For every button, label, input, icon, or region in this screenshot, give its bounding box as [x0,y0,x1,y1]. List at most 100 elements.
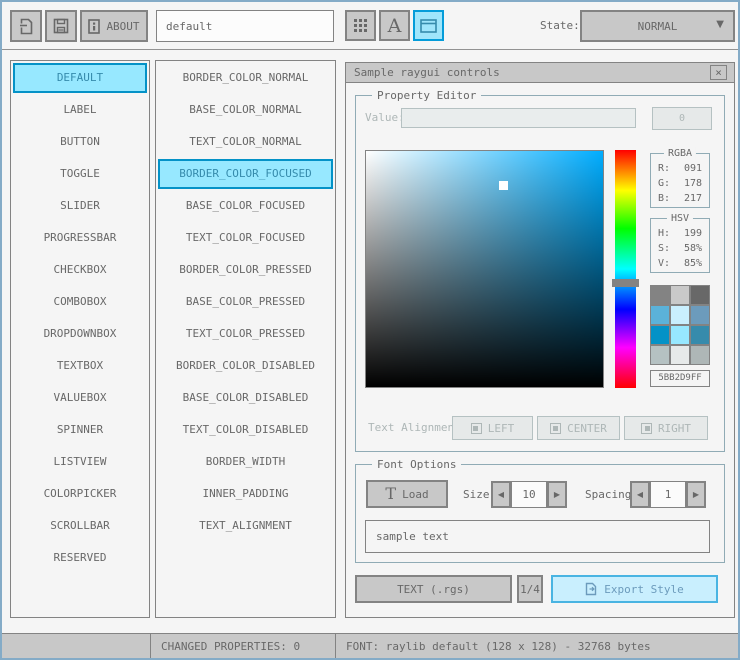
control-item-colorpicker[interactable]: COLORPICKER [13,479,147,509]
size-decrement-button[interactable]: ◀ [491,481,511,508]
control-item-progressbar[interactable]: PROGRESSBAR [13,223,147,253]
control-item-checkbox[interactable]: CHECKBOX [13,255,147,285]
control-item-listview[interactable]: LISTVIEW [13,447,147,477]
toolbar-divider [0,49,740,50]
palette-swatch-border-disabled[interactable] [651,346,669,364]
property-item-text-color-focused[interactable]: TEXT_COLOR_FOCUSED [158,223,333,253]
control-item-textbox[interactable]: TEXTBOX [13,351,147,381]
spacing-spinner: ◀ 1 ▶ [630,481,706,508]
new-file-icon [19,18,34,35]
property-item-text-color-disabled[interactable]: TEXT_COLOR_DISABLED [158,415,333,445]
control-item-scrollbar[interactable]: SCROLLBAR [13,511,147,541]
control-item-reserved[interactable]: RESERVED [13,543,147,573]
size-value[interactable]: 10 [511,481,547,508]
info-icon [88,18,101,34]
color-picker-panel[interactable] [365,150,604,388]
save-icon [53,18,69,34]
window-panel-icon [420,18,437,33]
property-item-text-alignment[interactable]: TEXT_ALIGNMENT [158,511,333,541]
hue-bar[interactable] [612,150,639,388]
rgba-group: RGBA R: 091 G: 178 B: 217 [650,147,710,208]
control-item-default[interactable]: DEFAULT [13,63,147,93]
page-indicator-button[interactable]: 1/4 [517,575,543,603]
state-dropdown[interactable]: NORMAL ▼ [580,10,735,42]
export-style-button[interactable]: Export Style [551,575,718,603]
save-button[interactable] [45,10,77,42]
load-font-button[interactable]: T Load [366,480,448,508]
hsv-v-row: V: 85% [651,256,709,271]
property-item-base-color-pressed[interactable]: BASE_COLOR_PRESSED [158,287,333,317]
control-item-spinner[interactable]: SPINNER [13,415,147,445]
property-item-inner-padding[interactable]: INNER_PADDING [158,479,333,509]
hex-color-input[interactable]: 5BB2D9FF [650,370,710,387]
align-center-icon [550,422,562,434]
control-item-dropdownbox[interactable]: DROPDOWNBOX [13,319,147,349]
h-label: H: [658,228,671,239]
control-item-button[interactable]: BUTTON [13,127,147,157]
new-file-button[interactable] [10,10,42,42]
control-item-valuebox[interactable]: VALUEBOX [13,383,147,413]
palette-swatch-text-pressed[interactable] [691,326,709,344]
palette-swatch-border-focused[interactable] [651,306,669,324]
palette-swatch-base-normal[interactable] [671,286,689,304]
spacing-increment-button[interactable]: ▶ [686,481,706,508]
sample-text-input[interactable]: sample text [365,520,710,553]
g-label: G: [658,178,671,189]
sample-panel-toggle-button[interactable] [413,10,444,41]
export-format-label: TEXT (.rgs) [397,582,470,596]
grid-view-button[interactable] [345,10,376,41]
export-icon [585,582,598,596]
property-item-border-color-pressed[interactable]: BORDER_COLOR_PRESSED [158,255,333,285]
spacing-value[interactable]: 1 [650,481,686,508]
property-item-border-width[interactable]: BORDER_WIDTH [158,447,333,477]
property-item-border-color-disabled[interactable]: BORDER_COLOR_DISABLED [158,351,333,381]
align-left-label: LEFT [487,421,515,435]
control-item-toggle[interactable]: TOGGLE [13,159,147,189]
palette-swatch-border-normal[interactable] [651,286,669,304]
style-name-input[interactable] [156,10,334,42]
status-cell-empty [0,633,151,660]
properties-listview: BORDER_COLOR_NORMAL BASE_COLOR_NORMAL TE… [155,60,336,618]
rguistyler-window: ABOUT A State: NORMAL ▼ DEFAULT LABEL BU… [0,0,740,660]
close-button[interactable]: × [710,65,727,80]
palette-swatch-base-disabled[interactable] [671,346,689,364]
palette-swatch-border-pressed[interactable] [651,326,669,344]
b-value: 217 [683,193,702,204]
align-right-icon [640,422,652,434]
property-item-base-color-focused[interactable]: BASE_COLOR_FOCUSED [158,191,333,221]
font-button[interactable]: A [379,10,410,41]
font-options-group-label: Font Options [372,458,462,471]
control-item-slider[interactable]: SLIDER [13,191,147,221]
window-titlebar[interactable]: Sample raygui controls × [346,63,734,83]
s-label: S: [658,243,671,254]
rgba-b-row: B: 217 [651,191,709,206]
spacing-decrement-button[interactable]: ◀ [630,481,650,508]
size-spinner: ◀ 10 ▶ [491,481,567,508]
control-item-combobox[interactable]: COMBOBOX [13,287,147,317]
property-item-text-color-normal[interactable]: TEXT_COLOR_NORMAL [158,127,333,157]
property-item-border-color-normal[interactable]: BORDER_COLOR_NORMAL [158,63,333,93]
align-right-button: RIGHT [624,416,708,440]
export-format-button[interactable]: TEXT (.rgs) [355,575,512,603]
g-value: 178 [683,178,702,189]
v-value: 85% [683,258,702,269]
status-font-info: FONT: raylib default (128 x 128) - 32768… [335,633,740,660]
property-item-text-color-pressed[interactable]: TEXT_COLOR_PRESSED [158,319,333,349]
property-item-border-color-focused[interactable]: BORDER_COLOR_FOCUSED [158,159,333,189]
hsv-h-row: H: 199 [651,226,709,241]
property-item-base-color-disabled[interactable]: BASE_COLOR_DISABLED [158,383,333,413]
size-increment-button[interactable]: ▶ [547,481,567,508]
rgba-g-row: G: 178 [651,176,709,191]
control-item-label[interactable]: LABEL [13,95,147,125]
v-label: V: [658,258,671,269]
palette-swatch-text-disabled[interactable] [691,346,709,364]
palette-swatch-text-normal[interactable] [691,286,709,304]
close-icon: × [715,66,722,79]
property-item-base-color-normal[interactable]: BASE_COLOR_NORMAL [158,95,333,125]
palette-swatch-base-focused[interactable] [671,306,689,324]
value-button: 0 [652,107,712,130]
palette-swatch-text-focused[interactable] [691,306,709,324]
about-button[interactable]: ABOUT [80,10,148,42]
hue-slider-handle[interactable] [612,279,639,287]
palette-swatch-base-pressed[interactable] [671,326,689,344]
